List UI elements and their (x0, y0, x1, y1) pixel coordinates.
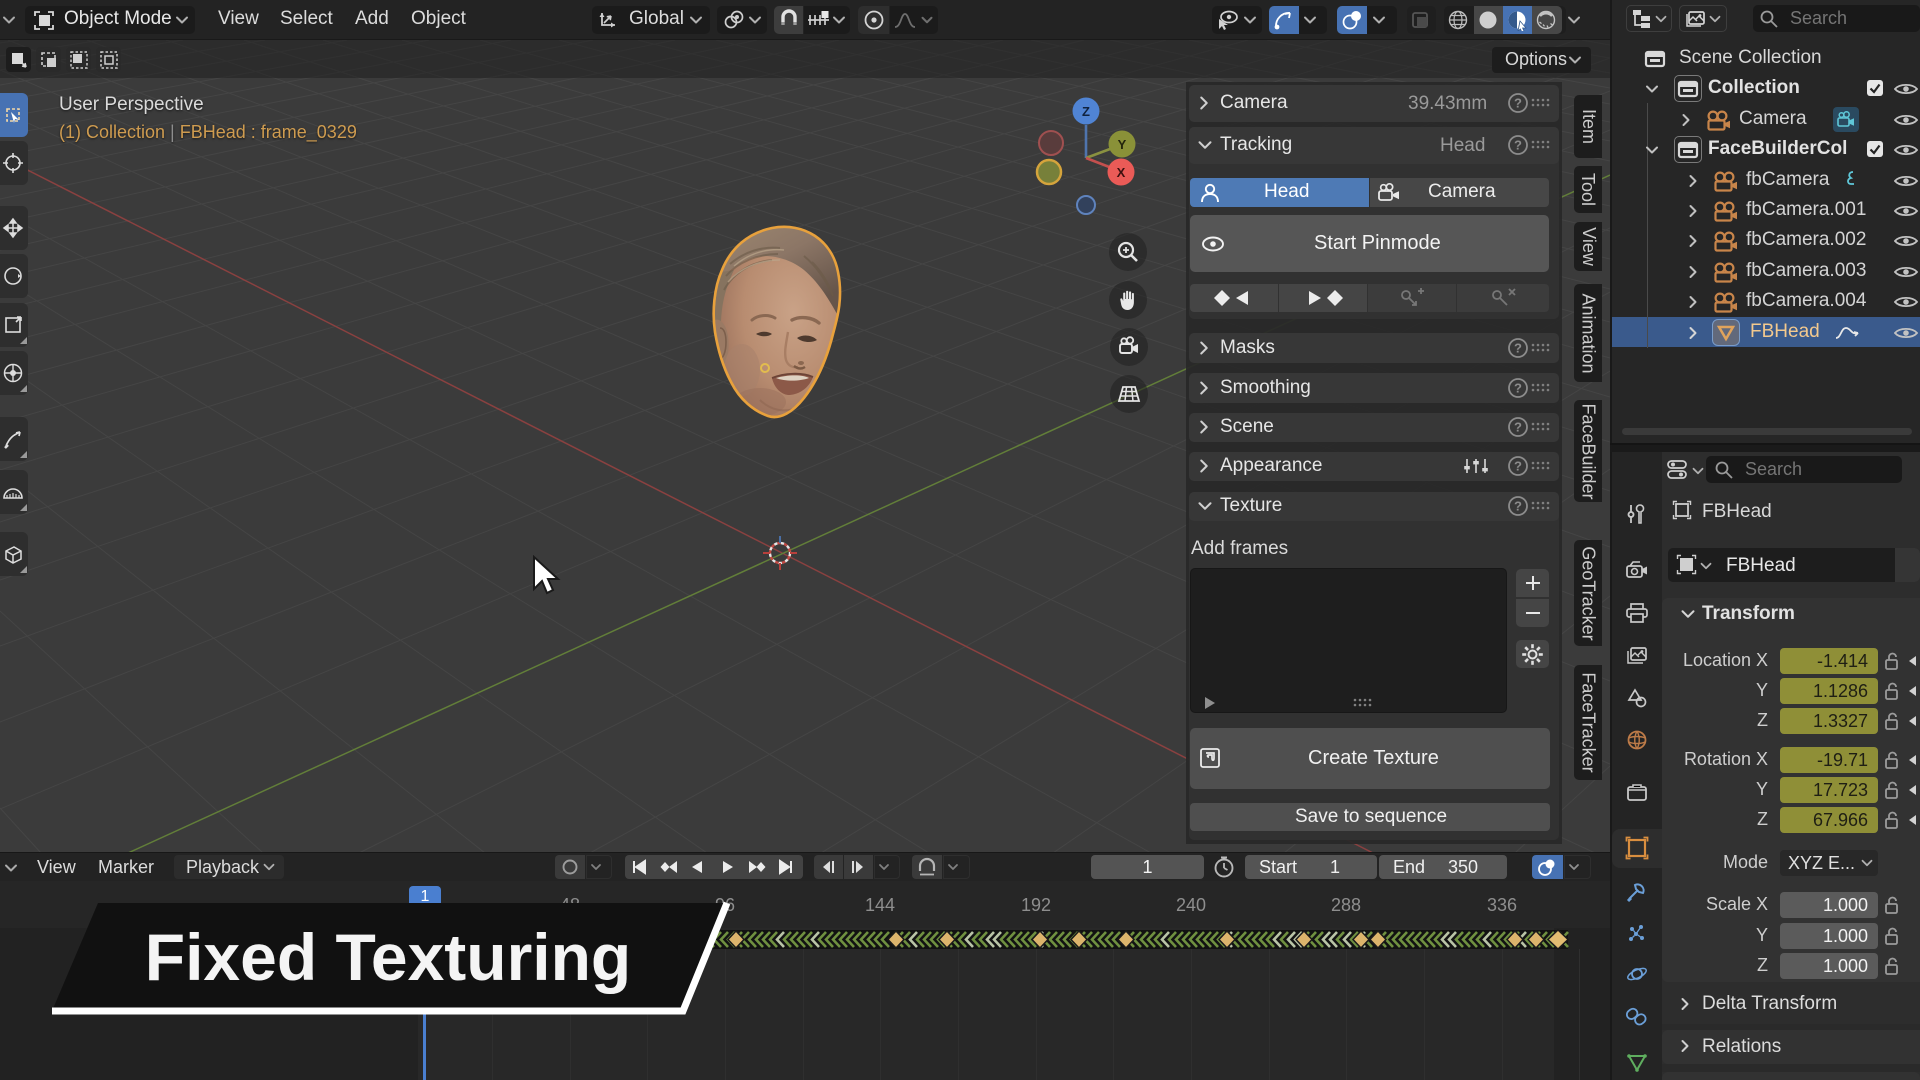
svg-text:?: ? (1514, 459, 1522, 474)
svg-text:Z: Z (1082, 104, 1090, 119)
svg-text:X: X (1117, 165, 1126, 180)
svg-text:?: ? (1514, 341, 1522, 356)
svg-text:Y: Y (1118, 137, 1127, 152)
svg-text:Fixed Texturing: Fixed Texturing (145, 920, 632, 994)
svg-text:?: ? (1514, 499, 1522, 514)
svg-text:?: ? (1514, 138, 1522, 153)
svg-text:?: ? (1514, 420, 1522, 435)
svg-text:?: ? (1514, 96, 1522, 111)
svg-text:?: ? (1514, 381, 1522, 396)
